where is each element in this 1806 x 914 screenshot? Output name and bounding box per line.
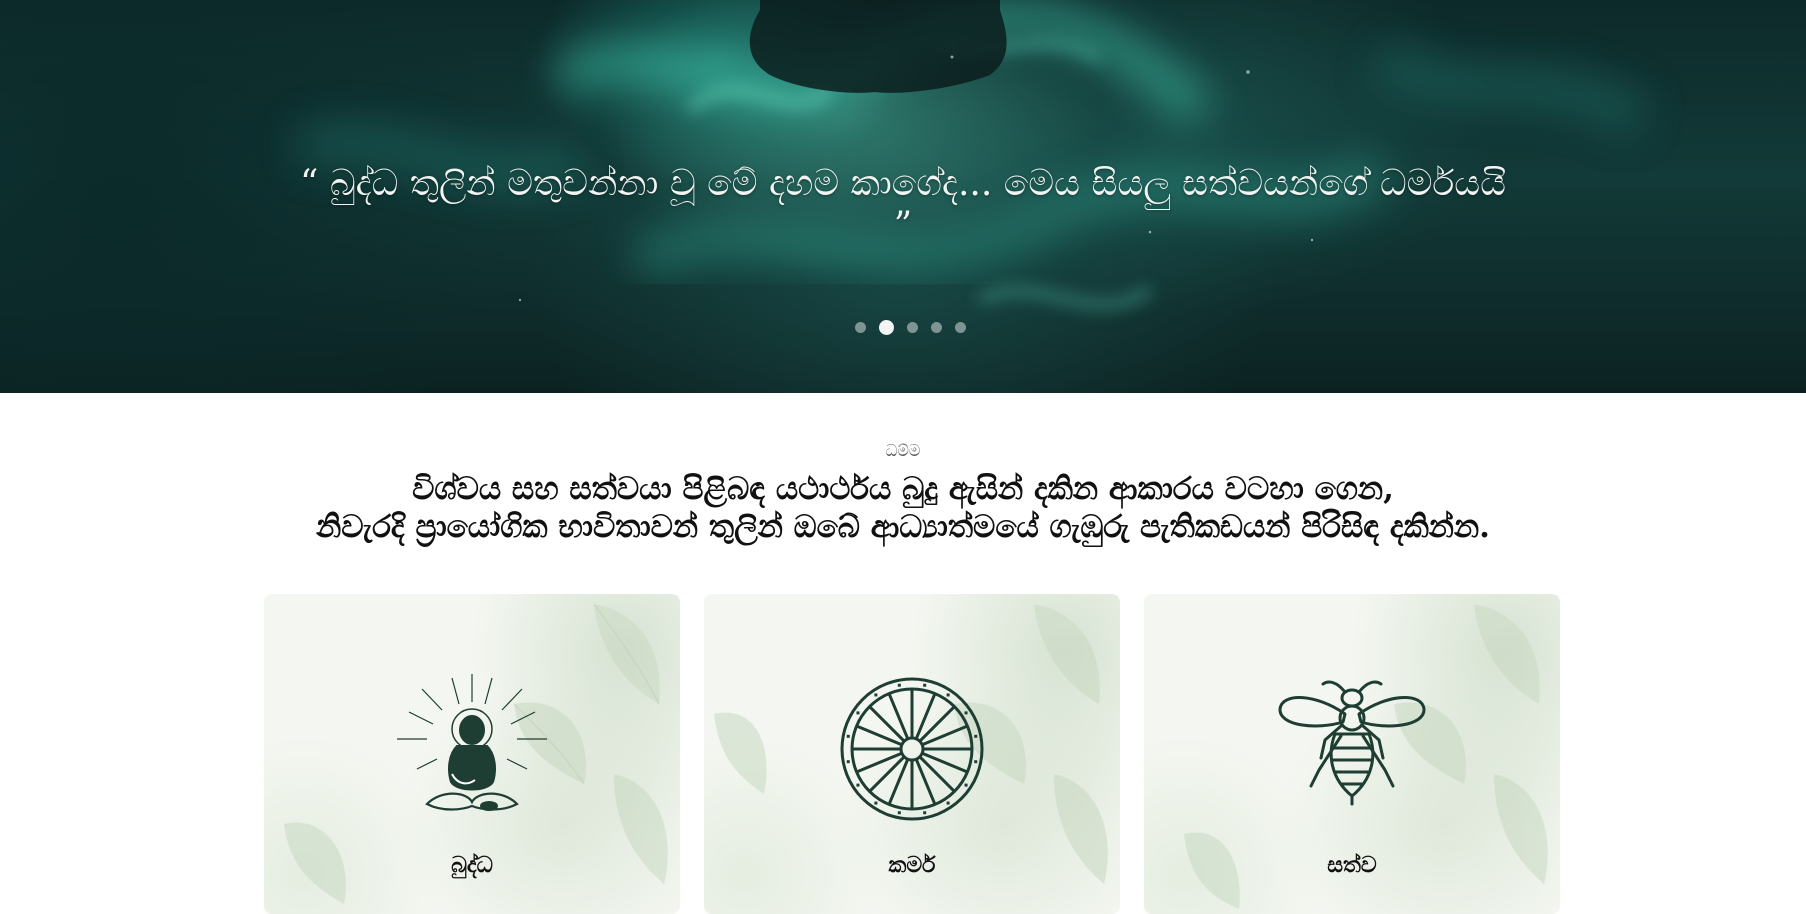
wheel-peg [923, 683, 927, 687]
wheel-spoke [914, 758, 937, 806]
wheel-spoke [868, 705, 906, 743]
hero-quote: “ බුද්ධ තුලින් මතුවන්නා වූ මේ දහම කාගේද.… [300, 163, 1507, 246]
carousel-dot-4[interactable] [931, 322, 942, 333]
hero-banner: “ බුද්ධ තුලින් මතුවන්නා වූ මේ දහම කාගේද.… [0, 0, 1806, 393]
wheel-spoke [918, 755, 956, 793]
wheel-spoke [855, 751, 903, 774]
carousel-dot-5[interactable] [955, 322, 966, 333]
carousel-dot-1[interactable] [855, 322, 866, 333]
wheel-peg [897, 811, 901, 815]
headline-line-1: විශ්වය සහ සත්වයා පිළිබඳ යථාර්ථය බුදු ඇසි… [412, 471, 1394, 507]
wheel-peg [874, 801, 878, 805]
wheel-peg [856, 711, 860, 715]
bee-icon [1278, 680, 1426, 806]
card-label: කර්ම [888, 852, 936, 878]
wheel-peg [923, 811, 927, 815]
wheel-spoke [868, 755, 906, 793]
wheel-peg [897, 683, 901, 687]
silhouette-figure [749, 0, 1007, 93]
section-eyebrow: ධම්ම [885, 441, 921, 460]
card-label: බුද්ධ [451, 852, 493, 878]
wheel-peg [856, 783, 860, 787]
wheel-spoke [887, 692, 910, 740]
wheel-peg [974, 760, 978, 764]
carousel-dots [855, 320, 966, 335]
card-buddha[interactable]: බුද්ධ [264, 594, 680, 914]
wheel-peg [946, 801, 950, 805]
category-cards: බුද්ධ කර්ම සත්ව [264, 594, 1560, 914]
card-karma[interactable]: කර්ම [704, 594, 1120, 914]
wheel-spoke [921, 724, 969, 747]
carousel-dot-2[interactable] [879, 320, 894, 335]
wheel-peg [974, 734, 978, 738]
wheel-spoke [855, 724, 903, 747]
wheel-peg [964, 711, 968, 715]
wheel-peg [964, 783, 968, 787]
dharma-wheel-icon [840, 677, 984, 821]
wheel-peg [874, 693, 878, 697]
wheel-spoke [918, 705, 956, 743]
section-headline: විශ්වය සහ සත්වයා පිළිබඳ යථාර්ථය බුදු ඇසි… [0, 470, 1806, 546]
headline-line-2: නිවැරදි ප්‍රායෝගික භාවිතාවන් තුලින් ඔබේ … [316, 509, 1490, 545]
carousel-dot-3[interactable] [907, 322, 918, 333]
meditating-buddha-icon [397, 674, 547, 811]
wheel-spoke [887, 758, 910, 806]
wheel-peg [846, 734, 850, 738]
wheel-spoke [914, 692, 937, 740]
wheel-peg [946, 693, 950, 697]
card-label: සත්ව [1327, 852, 1377, 878]
wheel-peg [846, 760, 850, 764]
card-sattva[interactable]: සත්ව [1144, 594, 1560, 914]
wheel-spoke [921, 751, 969, 774]
